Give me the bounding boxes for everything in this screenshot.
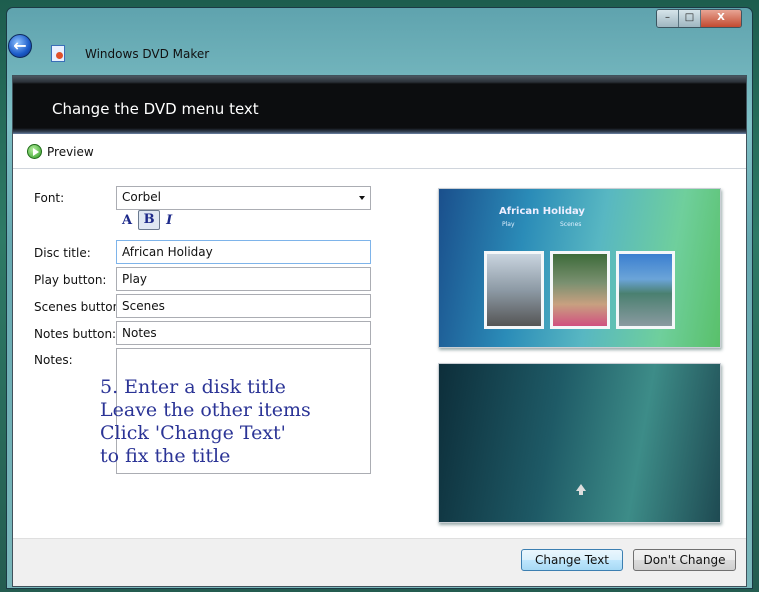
wizard-panel: Change the DVD menu text Preview Font: C… <box>12 75 747 587</box>
format-toolbar: A B I <box>122 210 172 230</box>
italic-button[interactable]: I <box>166 213 172 228</box>
header-banner: Change the DVD menu text <box>13 76 746 134</box>
change-text-button[interactable]: Change Text <box>521 549 623 571</box>
window-title: Windows DVD Maker <box>85 47 210 61</box>
preview-title: African Holiday <box>499 206 585 217</box>
tutorial-annotation: 5. Enter a disk title Leave the other it… <box>100 376 311 467</box>
preview-button[interactable]: Preview <box>27 144 94 159</box>
preview-photo <box>484 251 544 329</box>
preview-photo <box>616 251 675 329</box>
font-value: Corbel <box>122 190 161 204</box>
scenes-button-input[interactable] <box>116 294 371 318</box>
up-arrow-icon <box>576 484 586 495</box>
footer-bar: Change Text Don't Change <box>13 538 746 586</box>
preview-label: Preview <box>47 144 94 159</box>
page-title: Change the DVD menu text <box>52 100 259 118</box>
dont-change-button[interactable]: Don't Change <box>633 549 736 571</box>
close-icon[interactable]: X <box>701 10 741 27</box>
chevron-down-icon <box>359 196 365 200</box>
play-button-input[interactable] <box>116 267 371 291</box>
scenes-button-label: Scenes button: <box>34 300 125 314</box>
preview-photo <box>550 251 610 329</box>
play-button-label: Play button: <box>34 273 107 287</box>
toolbar: Preview <box>13 134 746 169</box>
dvd-maker-icon <box>51 45 65 62</box>
disc-title-label: Disc title: <box>34 246 91 260</box>
disc-title-input[interactable] <box>116 240 371 264</box>
play-icon <box>27 144 42 159</box>
font-select[interactable]: Corbel <box>116 186 371 210</box>
notes-button-label: Notes button: <box>34 327 117 341</box>
back-arrow-icon[interactable]: ← <box>8 34 32 58</box>
window-controls: – □ X <box>656 9 742 28</box>
notes-preview <box>438 363 721 523</box>
notes-button-input[interactable] <box>116 321 371 345</box>
font-label: Font: <box>34 191 65 205</box>
minimize-icon[interactable]: – <box>657 10 679 27</box>
menu-preview: African Holiday Play Scenes <box>438 188 721 348</box>
preview-scenes: Scenes <box>560 221 582 228</box>
font-color-button[interactable]: A <box>122 213 132 228</box>
preview-play: Play <box>502 221 515 228</box>
bold-button[interactable]: B <box>138 210 161 230</box>
notes-label: Notes: <box>34 353 73 367</box>
maximize-icon[interactable]: □ <box>679 10 701 27</box>
